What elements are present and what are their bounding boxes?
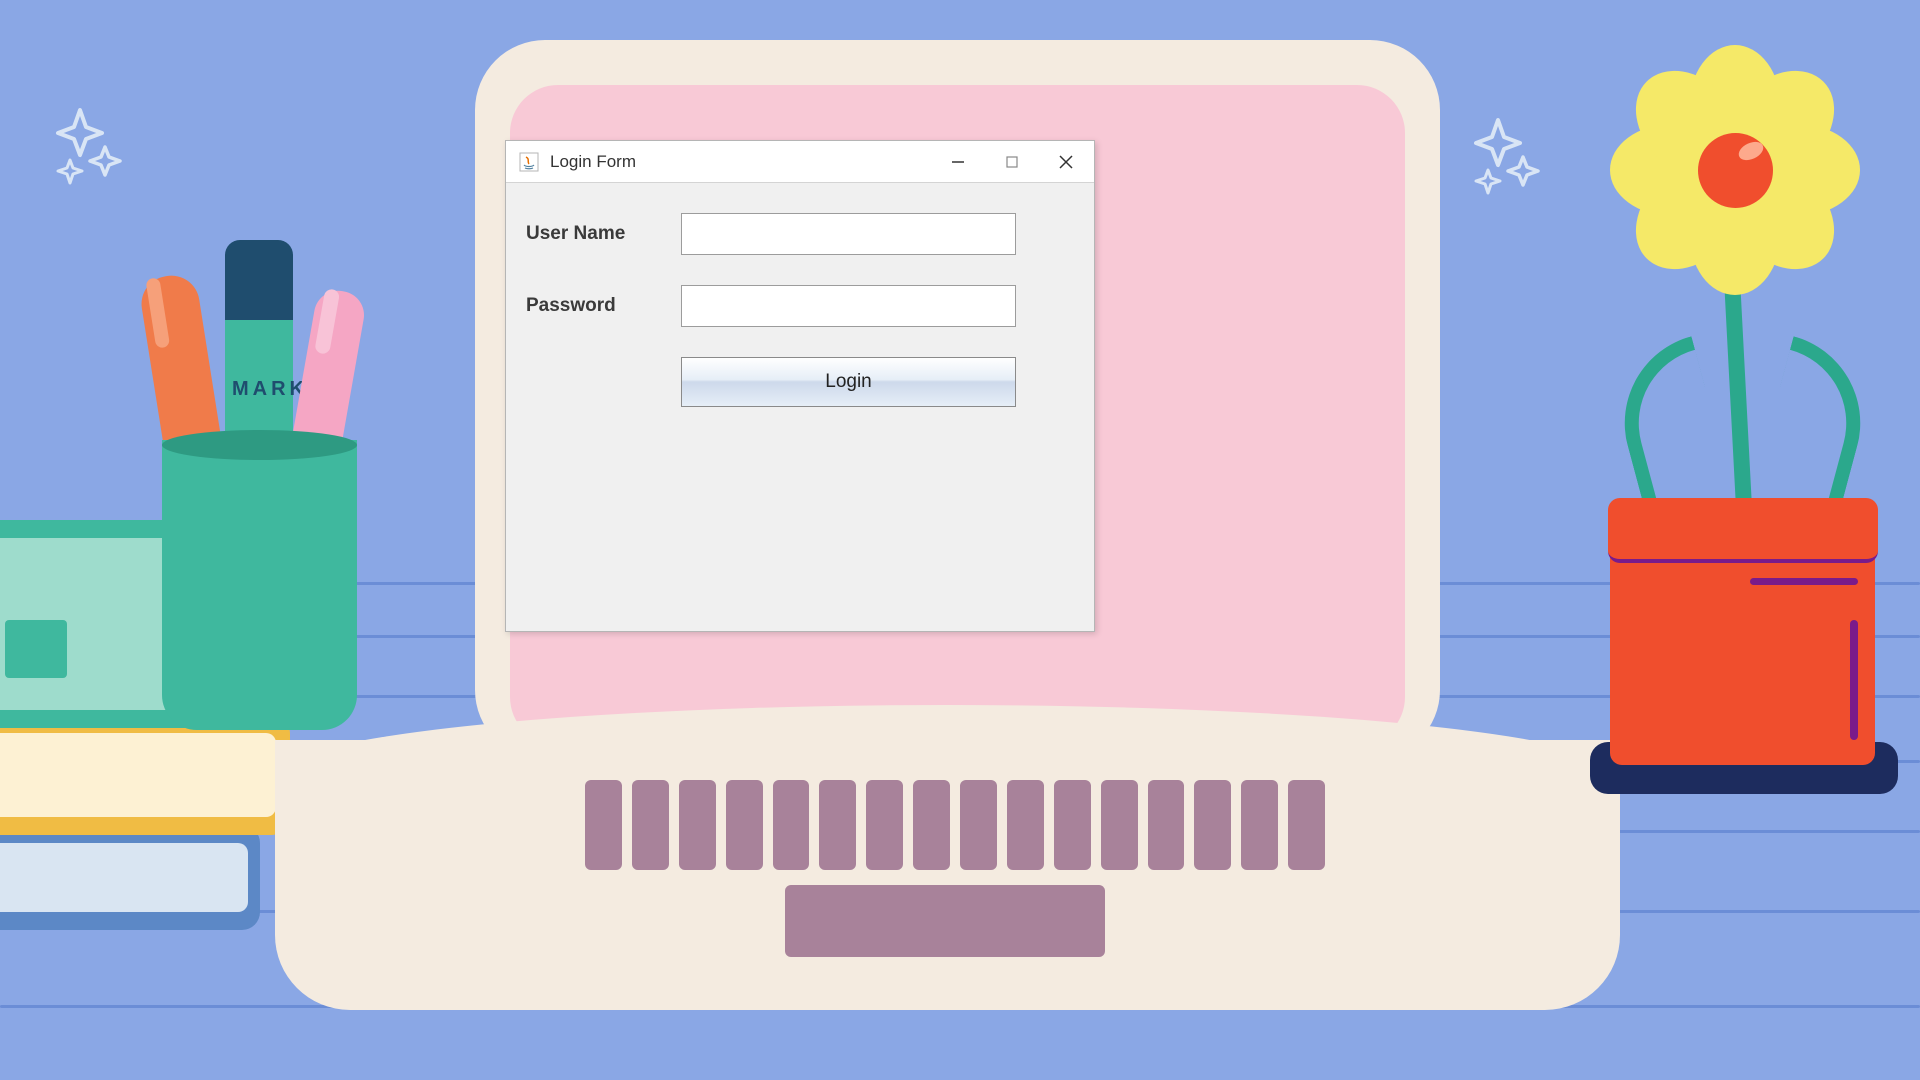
minimize-button[interactable] xyxy=(946,150,970,174)
form-body: User Name Password Login xyxy=(506,183,1094,437)
pot-rim xyxy=(1608,498,1878,563)
login-button[interactable]: Login xyxy=(681,357,1016,407)
pot-accent xyxy=(1750,578,1858,585)
leaf-right xyxy=(1750,336,1881,524)
password-label: Password xyxy=(526,295,681,317)
sparkle-icon xyxy=(50,105,130,200)
pot-accent xyxy=(1850,620,1858,740)
book-yellow xyxy=(0,715,290,835)
flower xyxy=(1610,45,1860,295)
laptop-base xyxy=(275,740,1620,1010)
username-input[interactable] xyxy=(681,213,1016,255)
book-blue xyxy=(0,825,260,930)
keyboard xyxy=(585,780,1325,870)
java-icon xyxy=(518,151,540,173)
close-button[interactable] xyxy=(1054,150,1078,174)
trackpad xyxy=(785,885,1105,957)
password-input[interactable] xyxy=(681,285,1016,327)
leaf-left xyxy=(1605,336,1736,524)
maximize-button[interactable] xyxy=(1000,150,1024,174)
login-window: Login Form User Name Password Login xyxy=(505,140,1095,632)
titlebar[interactable]: Login Form xyxy=(506,141,1094,183)
username-label: User Name xyxy=(526,223,681,245)
window-title: Login Form xyxy=(550,152,946,172)
